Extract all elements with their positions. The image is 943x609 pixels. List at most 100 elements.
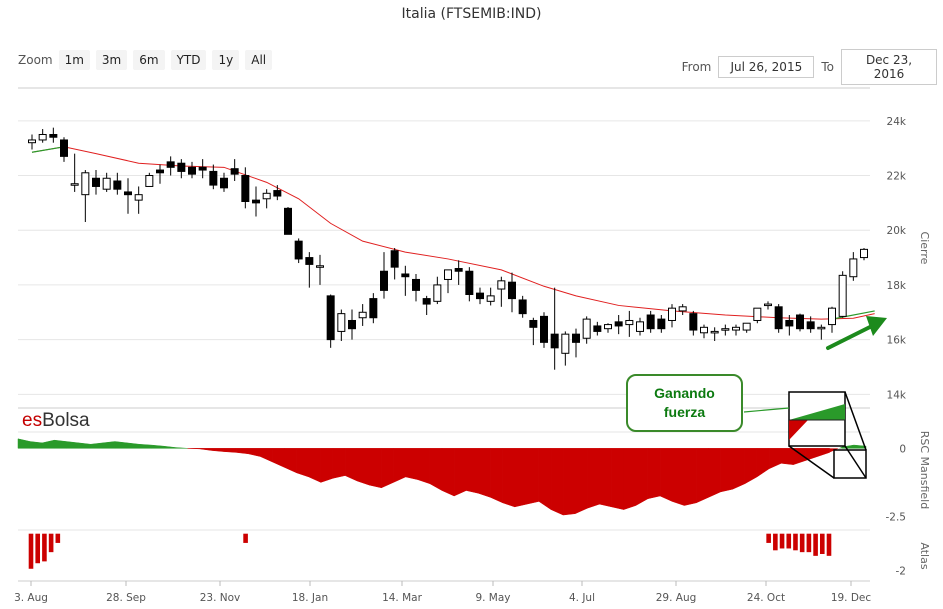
rsc-axis-title: RSC Mansfield <box>918 431 931 509</box>
candle-body <box>422 298 431 305</box>
rsc-area-segment <box>66 441 79 449</box>
candle-body <box>657 318 666 330</box>
atlas-bar <box>779 533 785 549</box>
candle-body <box>444 269 452 280</box>
rsc-area-segment <box>393 448 406 483</box>
rsc-area-segment <box>344 448 358 482</box>
rsc-area-segment <box>550 448 564 516</box>
candle-body <box>806 321 815 330</box>
rsc-area-segment <box>635 448 649 506</box>
candle-body <box>241 175 250 203</box>
rsc-area-segment <box>138 443 152 449</box>
rsc-area-segment <box>465 448 479 494</box>
rsc-area-segment <box>562 448 576 516</box>
candle-body <box>70 183 79 186</box>
candle-body <box>358 311 367 319</box>
candle-body <box>252 199 260 204</box>
candle-body <box>177 162 186 172</box>
atlas-tick-label: -2 <box>896 566 906 578</box>
x-tick-label: 19. Dec <box>831 592 872 604</box>
atlas-bar <box>243 533 248 543</box>
candle-body <box>742 322 751 331</box>
rsc-area-segment <box>247 448 261 457</box>
candle-body <box>38 133 47 141</box>
rsc-area-segment <box>17 438 31 449</box>
candle-body <box>305 257 314 265</box>
candle-body <box>166 161 175 168</box>
candle-body <box>433 284 442 302</box>
rsc-area-segment <box>320 448 334 483</box>
candle-body <box>316 265 324 268</box>
rsc-area-segment <box>768 448 782 470</box>
candle-body <box>156 169 164 174</box>
x-tick-label: 24. Oct <box>747 592 785 604</box>
rsc-area-segment <box>696 448 709 504</box>
rsc-area-segment <box>490 448 503 504</box>
rsc-area-segment <box>114 441 128 449</box>
atlas-bar <box>819 533 825 554</box>
atlas-bar <box>826 533 832 556</box>
atlas-bar <box>806 533 812 553</box>
rsc-area-segment <box>356 448 370 486</box>
candle-body <box>838 274 847 317</box>
candle-body <box>710 330 719 334</box>
rsc-area-segment <box>429 448 443 491</box>
rsc-area-segment <box>78 442 91 449</box>
rsc-area-segment <box>223 448 237 453</box>
candle-body <box>678 306 687 312</box>
rsc-area-segment <box>599 448 612 508</box>
candle-body <box>646 314 655 330</box>
candle-body <box>220 177 228 189</box>
candle-body <box>369 298 378 319</box>
candle-body <box>102 177 111 190</box>
rsc-area-segment <box>381 448 394 489</box>
rsc-area-segment <box>623 448 637 510</box>
rsc-area-segment <box>29 441 43 449</box>
candle-body <box>753 307 762 321</box>
candle-body <box>572 333 580 343</box>
arrow-shaft <box>826 324 874 350</box>
callout-line-2: fuerza <box>663 404 706 420</box>
rsc-area-segment <box>659 448 673 502</box>
candle-body <box>508 281 516 300</box>
rsc-area-segment <box>151 444 164 449</box>
rsc-area-segment <box>478 448 491 498</box>
candle-body <box>348 319 356 330</box>
x-tick-label: 4. Jul <box>569 592 595 604</box>
candle-body <box>273 190 282 197</box>
y-axis-title: Cierre <box>918 232 931 265</box>
candle-body <box>625 319 634 326</box>
y-tick-label: 20k <box>887 225 907 237</box>
atlas-bar <box>773 533 778 551</box>
candle-body <box>401 273 410 278</box>
rsc-area-segment <box>538 448 552 511</box>
candle-body <box>92 177 100 187</box>
atlas-bar <box>766 533 771 543</box>
candle-body <box>49 133 58 138</box>
rsc-area-segment <box>369 448 382 489</box>
rsc-area-segment <box>732 448 746 490</box>
x-tick-label: 14. Mar <box>382 592 423 604</box>
y-tick-label: 22k <box>887 171 907 183</box>
rsc-area-segment <box>163 445 176 449</box>
x-tick-label: 3. Aug <box>14 592 48 604</box>
rsc-area-segment <box>838 446 842 449</box>
candle-body <box>668 307 676 321</box>
rsc-area-segment <box>744 448 758 485</box>
candle-body <box>700 326 708 334</box>
candle-body <box>380 270 388 291</box>
candle-body <box>81 172 90 196</box>
rsc-area-segment <box>175 447 188 449</box>
candle-body <box>209 170 218 186</box>
candle-body <box>294 240 303 260</box>
rsc-area-segment <box>102 441 116 449</box>
candle-body <box>465 270 474 295</box>
candle-body <box>337 313 346 332</box>
candle-body <box>614 321 623 327</box>
candle-body <box>518 299 527 315</box>
candle-body <box>145 175 154 187</box>
rsc-tick-label: 0 <box>899 443 906 455</box>
candle-body <box>593 325 602 332</box>
callout-box: Ganando fuerza <box>626 374 743 432</box>
candle-body <box>529 319 538 328</box>
